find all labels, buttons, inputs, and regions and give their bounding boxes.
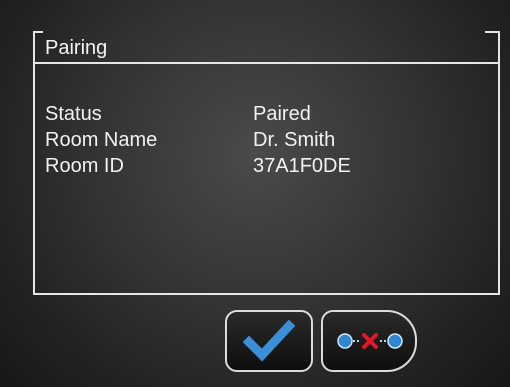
- room-id-value: 37A1F0DE: [253, 155, 351, 177]
- panel-header: Pairing: [35, 31, 498, 64]
- pairing-screen: Pairing Status Paired Room Name Dr. Smit…: [0, 0, 510, 387]
- confirm-button[interactable]: [225, 310, 313, 372]
- pairing-panel: Pairing Status Paired Room Name Dr. Smit…: [33, 31, 500, 295]
- panel-title: Pairing: [45, 37, 108, 59]
- status-label: Status: [45, 103, 102, 125]
- room-name-label: Room Name: [45, 129, 158, 151]
- unpair-button[interactable]: [321, 310, 417, 372]
- info-row-room-name: Room Name Dr. Smith: [45, 127, 453, 153]
- checkmark-icon: [242, 319, 296, 362]
- status-value: Paired: [253, 103, 311, 125]
- pairing-info: Status Paired Room Name Dr. Smith Room I…: [45, 101, 453, 179]
- room-name-value: Dr. Smith: [253, 129, 336, 151]
- info-row-status: Status Paired: [45, 101, 453, 127]
- info-row-room-id: Room ID 37A1F0DE: [45, 153, 453, 179]
- room-id-label: Room ID: [45, 155, 124, 177]
- unpair-icon: [337, 333, 403, 349]
